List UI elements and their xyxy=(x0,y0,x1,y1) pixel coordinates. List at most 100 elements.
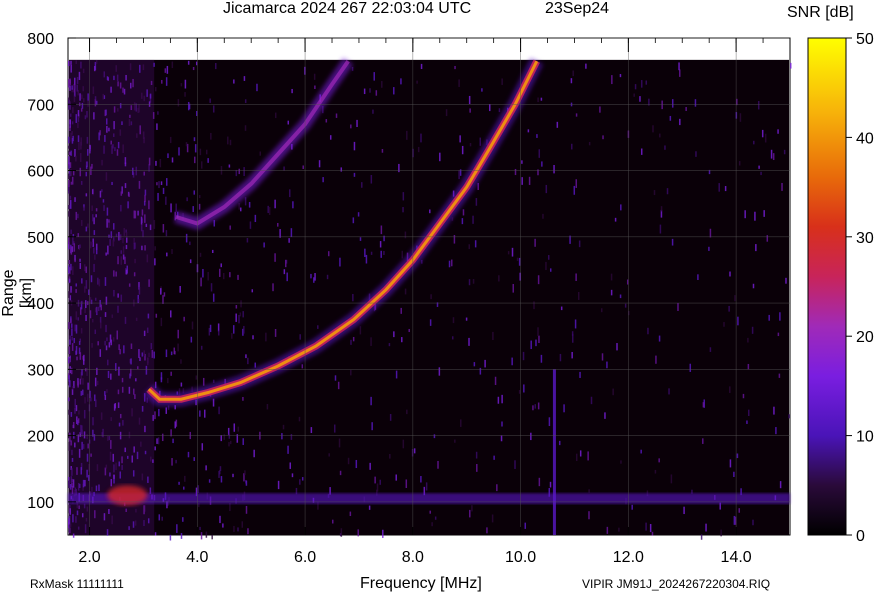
noise-speckle xyxy=(766,235,769,242)
noise-speckle xyxy=(182,517,184,522)
noise-speckle xyxy=(571,351,573,359)
noise-speckle xyxy=(164,68,167,73)
noise-speckle xyxy=(205,465,207,471)
noise-speckle xyxy=(325,119,328,123)
noise-speckle xyxy=(158,408,160,417)
noise-speckle xyxy=(229,225,231,230)
noise-speckle xyxy=(170,310,172,318)
noise-speckle xyxy=(744,210,746,219)
noise-speckle xyxy=(192,206,194,213)
noise-speckle xyxy=(604,412,606,419)
colorbar xyxy=(807,37,847,536)
colorbar-tick-label: 40 xyxy=(856,130,874,147)
noise-speckle xyxy=(500,435,503,442)
noise-speckle xyxy=(408,328,410,333)
noise-speckle xyxy=(352,293,354,302)
noise-speckle xyxy=(199,252,202,257)
noise-speckle xyxy=(299,334,301,340)
noise-speckle xyxy=(165,77,168,86)
noise-speckle xyxy=(389,453,391,459)
noise-speckle xyxy=(198,194,201,199)
noise-speckle xyxy=(281,433,283,440)
noise-speckle xyxy=(372,109,374,114)
noise-speckle xyxy=(534,238,536,247)
noise-speckle xyxy=(357,529,359,537)
noise-speckle xyxy=(533,301,535,310)
noise-speckle xyxy=(243,76,246,81)
noise-speckle xyxy=(184,475,186,482)
noise-speckle xyxy=(166,252,168,257)
noise-speckle xyxy=(156,438,158,444)
colorbar-ticks: 0 10 20 30 40 50 xyxy=(846,31,874,545)
y-tick-label: 800 xyxy=(27,31,54,48)
noise-speckle xyxy=(469,509,471,518)
noise-speckle xyxy=(175,203,177,212)
noise-speckle xyxy=(481,88,483,92)
noise-speckle xyxy=(217,323,220,332)
noise-speckle xyxy=(429,209,431,214)
noise-speckle xyxy=(233,525,235,532)
noise-speckle xyxy=(287,445,289,454)
noise-speckle xyxy=(163,292,166,297)
noise-speckle xyxy=(302,165,304,169)
noise-speckle xyxy=(748,409,750,416)
noise-speckle xyxy=(170,371,172,376)
noise-speckle xyxy=(658,458,660,463)
noise-speckle xyxy=(313,277,315,283)
noise-speckle xyxy=(574,319,577,329)
noise-speckle xyxy=(334,375,337,381)
noise-speckle xyxy=(498,108,501,113)
noise-speckle xyxy=(488,104,491,112)
noise-speckle xyxy=(200,532,203,540)
noise-speckle xyxy=(521,160,523,164)
noise-speckle xyxy=(381,149,384,153)
noise-speckle xyxy=(256,83,258,92)
noise-speckle xyxy=(265,332,267,342)
noise-speckle xyxy=(588,141,591,146)
noise-speckle xyxy=(289,189,291,198)
noise-speckle xyxy=(501,421,503,427)
noise-speckle xyxy=(335,113,338,118)
noise-speckle xyxy=(289,462,292,469)
noise-speckle xyxy=(290,228,293,238)
noise-speckle xyxy=(763,210,765,217)
noise-speckle xyxy=(475,451,478,459)
noise-speckle xyxy=(198,203,201,210)
noise-speckle xyxy=(694,99,697,107)
noise-speckle xyxy=(161,516,163,521)
noise-speckle xyxy=(599,106,601,113)
noise-speckle xyxy=(709,228,712,238)
noise-speckle xyxy=(476,464,478,472)
noise-speckle xyxy=(347,457,350,465)
noise-speckle xyxy=(452,317,455,324)
noise-speckle xyxy=(199,148,202,156)
noise-speckle xyxy=(370,396,372,406)
noise-speckle xyxy=(180,83,183,87)
noise-speckle xyxy=(469,142,472,147)
noise-speckle xyxy=(469,108,471,113)
noise-speckle xyxy=(187,60,190,65)
noise-speckle xyxy=(611,75,613,85)
noise-speckle xyxy=(413,448,416,454)
noise-speckle xyxy=(374,476,376,484)
noise-speckle xyxy=(193,190,196,195)
noise-speckle xyxy=(395,474,397,481)
noise-speckle xyxy=(601,353,604,361)
noise-speckle xyxy=(183,486,185,490)
noise-speckle xyxy=(274,328,277,337)
noise-speckle xyxy=(211,249,214,253)
noise-speckle xyxy=(549,268,552,272)
noise-speckle xyxy=(301,477,304,481)
noise-speckle xyxy=(556,121,559,128)
noise-speckle xyxy=(575,273,577,281)
noise-speckle xyxy=(433,434,436,439)
noise-speckle xyxy=(537,402,540,410)
noise-speckle xyxy=(220,435,223,442)
noise-speckle xyxy=(370,174,373,184)
noise-speckle xyxy=(685,107,687,111)
noise-speckle xyxy=(350,369,352,376)
noise-speckle xyxy=(477,182,479,191)
noise-speckle xyxy=(301,364,304,369)
noise-speckle xyxy=(507,251,510,255)
noise-speckle xyxy=(288,238,290,243)
